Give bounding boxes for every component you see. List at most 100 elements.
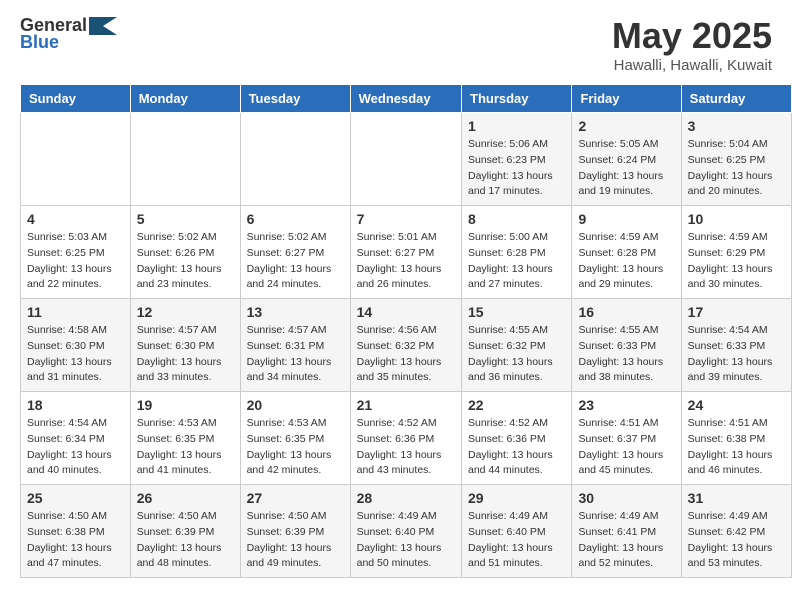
calendar-cell: 14Sunrise: 4:56 AMSunset: 6:32 PMDayligh… <box>350 299 461 392</box>
header-row: Sunday Monday Tuesday Wednesday Thursday… <box>21 85 792 113</box>
day-info: Sunrise: 4:50 AMSunset: 6:39 PMDaylight:… <box>247 509 344 572</box>
day-number: 10 <box>688 211 785 227</box>
col-wednesday: Wednesday <box>350 85 461 113</box>
day-info: Sunrise: 5:02 AMSunset: 6:27 PMDaylight:… <box>247 230 344 293</box>
day-number: 18 <box>27 397 124 413</box>
day-number: 20 <box>247 397 344 413</box>
day-number: 17 <box>688 304 785 320</box>
calendar-cell: 19Sunrise: 4:53 AMSunset: 6:35 PMDayligh… <box>130 392 240 485</box>
calendar-cell: 1Sunrise: 5:06 AMSunset: 6:23 PMDaylight… <box>462 113 572 206</box>
calendar-cell: 20 Sunrise: 4:53 AMSunset: 6:35 PMDayligh… <box>240 392 350 485</box>
week-row-2: 4Sunrise: 5:03 AMSunset: 6:25 PMDaylight… <box>21 206 792 299</box>
day-number: 23 <box>578 397 674 413</box>
calendar-cell: 3Sunrise: 5:04 AMSunset: 6:25 PMDaylight… <box>681 113 791 206</box>
calendar-cell: 28 Sunrise: 4:49 AMSunset: 6:40 PMDayligh… <box>350 485 461 578</box>
calendar-cell: 18 Sunrise: 4:54 AMSunset: 6:34 PMDayligh… <box>21 392 131 485</box>
calendar-cell: 30 Sunrise: 4:49 AMSunset: 6:41 PMDayligh… <box>572 485 681 578</box>
calendar-cell: 11Sunrise: 4:58 AMSunset: 6:30 PMDayligh… <box>21 299 131 392</box>
day-info: Sunrise: 4:51 AMSunset: 6:37 PMDaylight:… <box>578 416 674 479</box>
calendar-cell: 5 Sunrise: 5:02 AMSunset: 6:26 PMDaylight… <box>130 206 240 299</box>
calendar-cell: 23 Sunrise: 4:51 AMSunset: 6:37 PMDayligh… <box>572 392 681 485</box>
calendar-cell: 10 Sunrise: 4:59 AMSunset: 6:29 PMDayligh… <box>681 206 791 299</box>
calendar-body: 1Sunrise: 5:06 AMSunset: 6:23 PMDaylight… <box>21 113 792 578</box>
day-number: 25 <box>27 490 124 506</box>
calendar-cell: 13Sunrise: 4:57 AMSunset: 6:31 PMDayligh… <box>240 299 350 392</box>
logo: General Blue <box>20 15 119 53</box>
calendar-cell: 29 Sunrise: 4:49 AMSunset: 6:40 PMDayligh… <box>462 485 572 578</box>
calendar-table: Sunday Monday Tuesday Wednesday Thursday… <box>20 84 792 578</box>
calendar-cell: 12 Sunrise: 4:57 AMSunset: 6:30 PMDayligh… <box>130 299 240 392</box>
header: General Blue May 2025 Hawalli, Hawalli, … <box>0 0 792 84</box>
calendar-cell: 6 Sunrise: 5:02 AMSunset: 6:27 PMDaylight… <box>240 206 350 299</box>
day-info: Sunrise: 4:49 AMSunset: 6:42 PMDaylight:… <box>688 509 785 572</box>
calendar-cell: 24Sunrise: 4:51 AMSunset: 6:38 PMDayligh… <box>681 392 791 485</box>
day-number: 8 <box>468 211 565 227</box>
day-number: 27 <box>247 490 344 506</box>
day-number: 6 <box>247 211 344 227</box>
week-row-1: 1Sunrise: 5:06 AMSunset: 6:23 PMDaylight… <box>21 113 792 206</box>
page-container: General Blue May 2025 Hawalli, Hawalli, … <box>0 0 792 588</box>
main-title: May 2025 <box>612 15 772 57</box>
day-number: 21 <box>357 397 455 413</box>
day-number: 14 <box>357 304 455 320</box>
day-number: 28 <box>357 490 455 506</box>
day-info: Sunrise: 5:05 AMSunset: 6:24 PMDaylight:… <box>578 137 674 200</box>
day-info: Sunrise: 4:50 AMSunset: 6:39 PMDaylight:… <box>137 509 234 572</box>
day-number: 2 <box>578 118 674 134</box>
day-info: Sunrise: 4:59 AMSunset: 6:29 PMDaylight:… <box>688 230 785 293</box>
day-number: 29 <box>468 490 565 506</box>
day-number: 22 <box>468 397 565 413</box>
col-tuesday: Tuesday <box>240 85 350 113</box>
col-friday: Friday <box>572 85 681 113</box>
calendar-cell: 7 Sunrise: 5:01 AMSunset: 6:27 PMDaylight… <box>350 206 461 299</box>
day-info: Sunrise: 4:49 AMSunset: 6:40 PMDaylight:… <box>468 509 565 572</box>
col-thursday: Thursday <box>462 85 572 113</box>
day-info: Sunrise: 4:54 AMSunset: 6:34 PMDaylight:… <box>27 416 124 479</box>
day-info: Sunrise: 4:53 AMSunset: 6:35 PMDaylight:… <box>247 416 344 479</box>
day-info: Sunrise: 4:57 AMSunset: 6:30 PMDaylight:… <box>137 323 234 386</box>
calendar-cell: 17 Sunrise: 4:54 AMSunset: 6:33 PMDayligh… <box>681 299 791 392</box>
day-info: Sunrise: 4:49 AMSunset: 6:41 PMDaylight:… <box>578 509 674 572</box>
subtitle: Hawalli, Hawalli, Kuwait <box>612 57 772 74</box>
day-info: Sunrise: 4:55 AMSunset: 6:32 PMDaylight:… <box>468 323 565 386</box>
logo-flag-icon <box>89 17 117 35</box>
calendar-cell: 8Sunrise: 5:00 AMSunset: 6:28 PMDaylight… <box>462 206 572 299</box>
day-info: Sunrise: 4:52 AMSunset: 6:36 PMDaylight:… <box>357 416 455 479</box>
calendar-header: Sunday Monday Tuesday Wednesday Thursday… <box>21 85 792 113</box>
calendar-cell <box>21 113 131 206</box>
day-info: Sunrise: 4:59 AMSunset: 6:28 PMDaylight:… <box>578 230 674 293</box>
calendar-cell: 31 Sunrise: 4:49 AMSunset: 6:42 PMDayligh… <box>681 485 791 578</box>
day-info: Sunrise: 5:02 AMSunset: 6:26 PMDaylight:… <box>137 230 234 293</box>
calendar-cell: 4Sunrise: 5:03 AMSunset: 6:25 PMDaylight… <box>21 206 131 299</box>
day-number: 7 <box>357 211 455 227</box>
day-number: 15 <box>468 304 565 320</box>
day-info: Sunrise: 4:55 AMSunset: 6:33 PMDaylight:… <box>578 323 674 386</box>
day-number: 19 <box>137 397 234 413</box>
calendar-cell <box>240 113 350 206</box>
week-row-4: 18 Sunrise: 4:54 AMSunset: 6:34 PMDayligh… <box>21 392 792 485</box>
day-info: Sunrise: 4:49 AMSunset: 6:40 PMDaylight:… <box>357 509 455 572</box>
day-info: Sunrise: 5:04 AMSunset: 6:25 PMDaylight:… <box>688 137 785 200</box>
calendar-cell: 16 Sunrise: 4:55 AMSunset: 6:33 PMDayligh… <box>572 299 681 392</box>
day-info: Sunrise: 4:54 AMSunset: 6:33 PMDaylight:… <box>688 323 785 386</box>
day-info: Sunrise: 5:06 AMSunset: 6:23 PMDaylight:… <box>468 137 565 200</box>
calendar-cell: 9Sunrise: 4:59 AMSunset: 6:28 PMDaylight… <box>572 206 681 299</box>
day-info: Sunrise: 5:01 AMSunset: 6:27 PMDaylight:… <box>357 230 455 293</box>
day-info: Sunrise: 4:57 AMSunset: 6:31 PMDaylight:… <box>247 323 344 386</box>
day-number: 16 <box>578 304 674 320</box>
day-number: 5 <box>137 211 234 227</box>
col-monday: Monday <box>130 85 240 113</box>
day-number: 12 <box>137 304 234 320</box>
day-info: Sunrise: 4:50 AMSunset: 6:38 PMDaylight:… <box>27 509 124 572</box>
calendar-cell: 15 Sunrise: 4:55 AMSunset: 6:32 PMDayligh… <box>462 299 572 392</box>
title-section: May 2025 Hawalli, Hawalli, Kuwait <box>612 15 772 74</box>
week-row-3: 11Sunrise: 4:58 AMSunset: 6:30 PMDayligh… <box>21 299 792 392</box>
day-info: Sunrise: 5:03 AMSunset: 6:25 PMDaylight:… <box>27 230 124 293</box>
day-number: 31 <box>688 490 785 506</box>
day-number: 30 <box>578 490 674 506</box>
day-info: Sunrise: 4:52 AMSunset: 6:36 PMDaylight:… <box>468 416 565 479</box>
logo-blue-text: Blue <box>20 32 59 53</box>
calendar-cell <box>130 113 240 206</box>
day-info: Sunrise: 4:58 AMSunset: 6:30 PMDaylight:… <box>27 323 124 386</box>
calendar-cell: 27 Sunrise: 4:50 AMSunset: 6:39 PMDayligh… <box>240 485 350 578</box>
